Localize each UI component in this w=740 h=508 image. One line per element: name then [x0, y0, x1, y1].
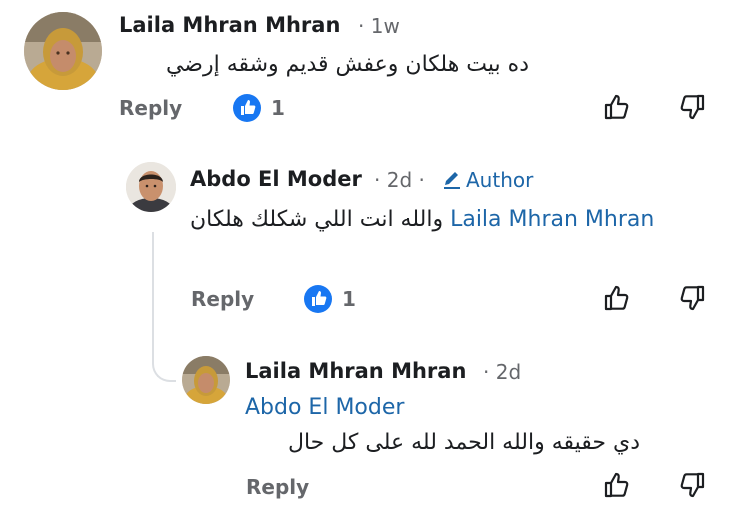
avatar-image: [126, 162, 176, 212]
thumbs-up-icon[interactable]: [598, 468, 632, 502]
author-name[interactable]: Laila Mhran Mhran: [245, 359, 466, 383]
comment-text-arabic: والله انت اللي شكلك هلكان: [190, 207, 444, 232]
timestamp[interactable]: · 1w: [358, 14, 400, 38]
avatar-image: [182, 356, 230, 404]
mention-link[interactable]: Abdo El Moder: [245, 395, 404, 420]
author-badge: Author: [441, 168, 533, 192]
thread-line: [152, 232, 154, 342]
reply-button[interactable]: Reply: [119, 96, 182, 120]
thumbs-down-icon[interactable]: [677, 281, 711, 315]
comment-text: والله انت اللي شكلك هلكان Laila Mhran Mh…: [190, 207, 714, 232]
like-count[interactable]: 1: [271, 96, 285, 120]
author-name[interactable]: Abdo El Moder: [190, 167, 362, 191]
avatar-image: [24, 12, 102, 90]
author-name[interactable]: Laila Mhran Mhran: [119, 13, 340, 37]
like-reaction-icon[interactable]: [233, 94, 261, 122]
thumbs-up-icon[interactable]: [598, 281, 632, 315]
like-reaction-icon[interactable]: [304, 285, 332, 313]
comment-text: ده بيت هلكان وعفش قديم وشقه إرضي: [165, 52, 529, 77]
pen-icon: [444, 172, 460, 189]
avatar[interactable]: [182, 356, 230, 404]
thumbs-up-icon[interactable]: [598, 90, 632, 124]
timestamp[interactable]: · 2d ·: [374, 168, 425, 192]
avatar[interactable]: [24, 12, 102, 90]
reply-button[interactable]: Reply: [191, 287, 254, 311]
timestamp[interactable]: · 2d: [483, 360, 521, 384]
like-count[interactable]: 1: [342, 287, 356, 311]
comment-text: دي حقيقه والله الحمد لله على كل حال: [287, 430, 640, 455]
avatar[interactable]: [126, 162, 176, 212]
thumbs-down-icon[interactable]: [677, 468, 711, 502]
mention-link[interactable]: Laila Mhran Mhran: [450, 207, 654, 232]
reply-button[interactable]: Reply: [246, 475, 309, 499]
thread-curve: [152, 340, 176, 382]
author-badge-label: Author: [466, 168, 534, 192]
thumbs-down-icon[interactable]: [677, 90, 711, 124]
